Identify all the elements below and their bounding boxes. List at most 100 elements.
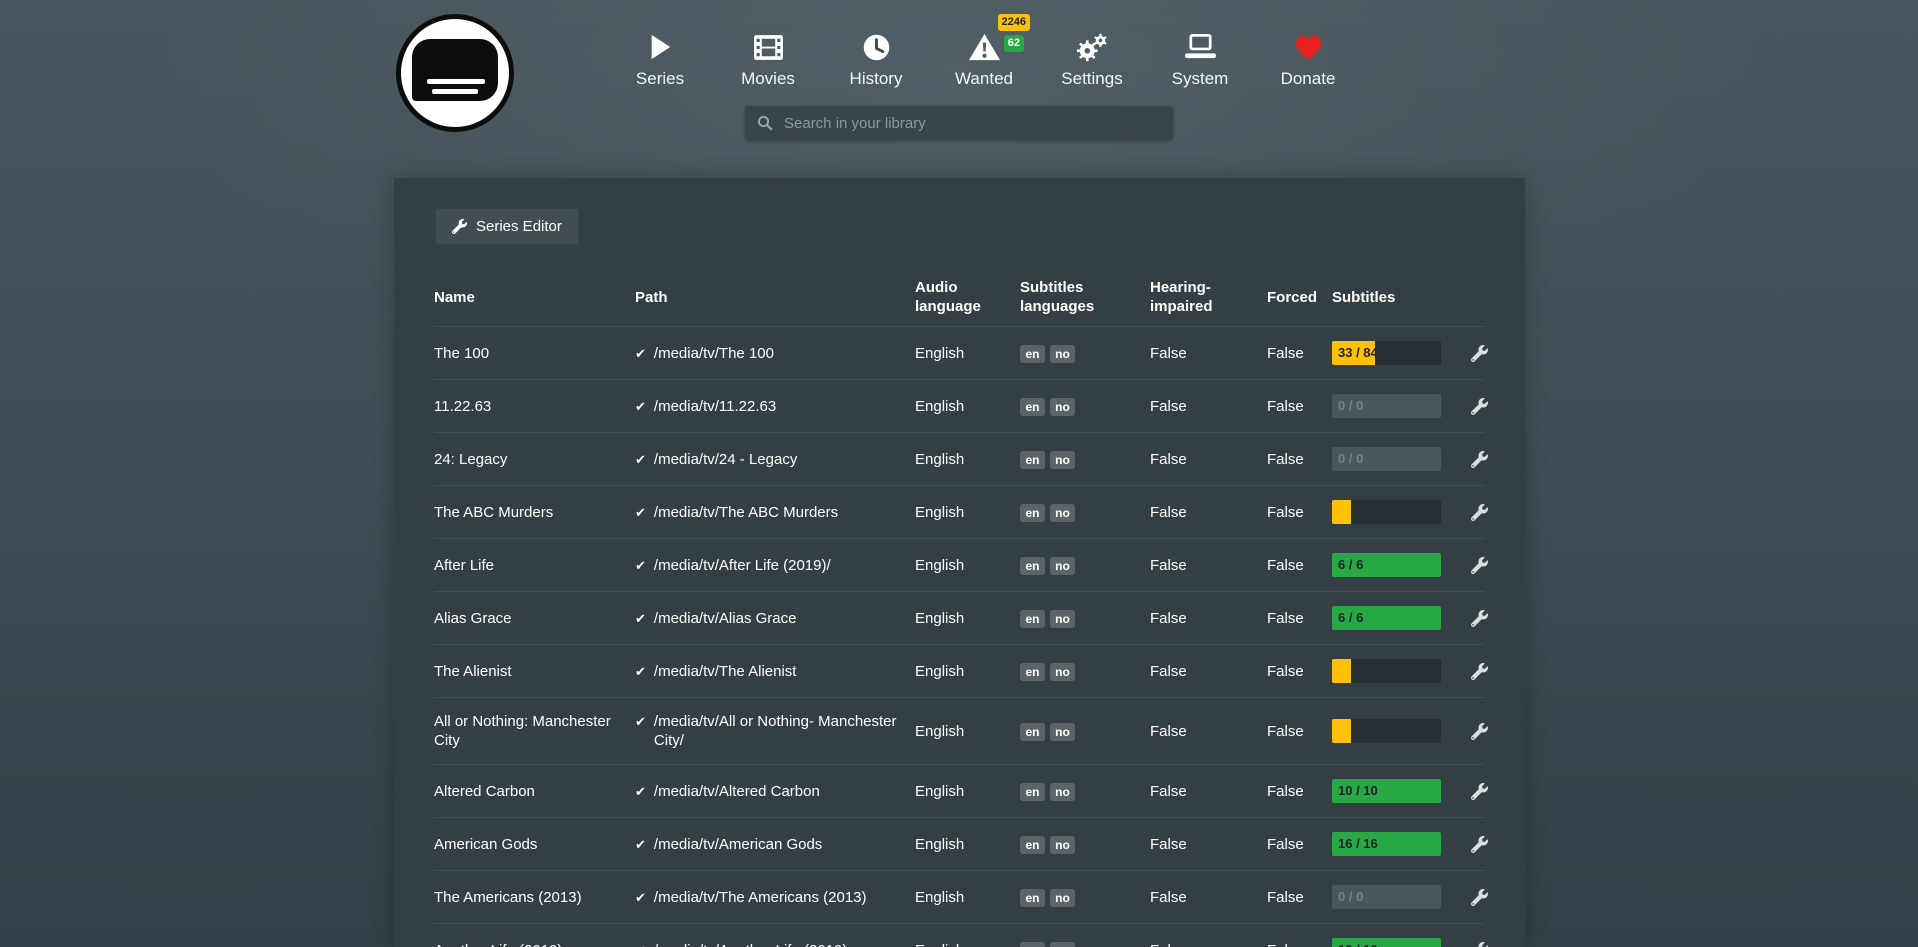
wrench-icon[interactable]: [1471, 557, 1488, 574]
row-actions: [1471, 504, 1498, 521]
nav-system[interactable]: System: [1146, 28, 1254, 89]
path-text: /media/tv/Alias Grace: [654, 609, 797, 628]
hearing-impaired-value: False: [1150, 344, 1267, 363]
series-path: ✔ /media/tv/The ABC Murders: [635, 503, 915, 522]
audio-language-value: English: [915, 941, 1020, 947]
series-name[interactable]: Altered Carbon: [434, 782, 635, 801]
series-name[interactable]: 24: Legacy: [434, 450, 635, 469]
wrench-icon[interactable]: [1471, 783, 1488, 800]
row-actions: [1471, 557, 1498, 574]
hearing-impaired-value: False: [1150, 556, 1267, 575]
language-badge: en: [1020, 836, 1045, 854]
progress-label: 10 / 10: [1338, 779, 1378, 803]
series-name[interactable]: Alias Grace: [434, 609, 635, 628]
wrench-icon[interactable]: [1471, 942, 1488, 947]
language-badge: no: [1050, 345, 1075, 363]
nav-wanted[interactable]: 2246 62 Wanted: [930, 28, 1038, 89]
language-badge: no: [1050, 398, 1075, 416]
subtitles-progress: 33 / 84: [1332, 341, 1441, 365]
series-name[interactable]: After Life: [434, 556, 635, 575]
series-editor-button[interactable]: Series Editor: [435, 208, 579, 245]
series-name[interactable]: 11.22.63: [434, 397, 635, 416]
table-row: The ABC Murders ✔ /media/tv/The ABC Murd…: [434, 485, 1485, 538]
path-text: /media/tv/24 - Legacy: [654, 450, 797, 469]
progress-label: 0 / 0: [1338, 885, 1363, 909]
hearing-impaired-value: False: [1150, 941, 1267, 947]
row-actions: [1471, 451, 1498, 468]
wrench-icon[interactable]: [1471, 723, 1488, 740]
nav-settings[interactable]: Settings: [1038, 28, 1146, 89]
subtitles-progress: 10 / 10: [1332, 938, 1441, 947]
forced-value: False: [1267, 344, 1332, 363]
progress-label: 6 / 6: [1338, 606, 1363, 630]
wrench-icon[interactable]: [1471, 345, 1488, 362]
row-actions: [1471, 398, 1498, 415]
language-badge: no: [1050, 942, 1075, 947]
table-row: After Life ✔ /media/tv/After Life (2019)…: [434, 538, 1485, 591]
progress-label: 0 / 0: [1338, 447, 1363, 471]
wrench-icon[interactable]: [1471, 504, 1488, 521]
film-icon: [714, 28, 822, 66]
path-text: /media/tv/The Alienist: [654, 662, 797, 681]
check-icon: ✔: [635, 450, 646, 469]
nav-movies[interactable]: Movies: [714, 28, 822, 89]
row-actions: [1471, 783, 1498, 800]
forced-value: False: [1267, 662, 1332, 681]
wrench-icon[interactable]: [1471, 398, 1488, 415]
gears-icon: [1038, 28, 1146, 66]
row-actions: [1471, 663, 1498, 680]
hearing-impaired-value: False: [1150, 397, 1267, 416]
series-name[interactable]: The 100: [434, 344, 635, 363]
nav-donate[interactable]: Donate: [1254, 28, 1362, 89]
nav-history[interactable]: History: [822, 28, 930, 89]
progress-label: 6 / 6: [1338, 553, 1363, 577]
wrench-icon[interactable]: [1471, 663, 1488, 680]
audio-language-value: English: [915, 556, 1020, 575]
forced-value: False: [1267, 782, 1332, 801]
series-name[interactable]: The Alienist: [434, 662, 635, 681]
series-path: ✔ /media/tv/All or Nothing- Manchester C…: [635, 712, 915, 750]
series-path: ✔ /media/tv/11.22.63: [635, 397, 915, 416]
bazarr-app: Series Movies History 2246 62: [0, 0, 1918, 947]
subtitles-cell: [1332, 659, 1471, 683]
subtitles-cell: 33 / 84: [1332, 341, 1471, 365]
nav-label: History: [822, 69, 930, 89]
subtitle-line: [427, 79, 485, 84]
nav-label: System: [1146, 69, 1254, 89]
wrench-icon[interactable]: [1471, 451, 1488, 468]
nav-label: Settings: [1038, 69, 1146, 89]
app-logo[interactable]: [396, 14, 514, 132]
row-actions: [1471, 836, 1498, 853]
table-row: Another Life (2019) ✔ /media/tv/Another …: [434, 923, 1485, 947]
hearing-impaired-value: False: [1150, 450, 1267, 469]
hearing-impaired-value: False: [1150, 503, 1267, 522]
check-icon: ✔: [635, 662, 646, 681]
wrench-icon[interactable]: [1471, 610, 1488, 627]
progress-label: 33 / 84: [1338, 341, 1378, 365]
search-input[interactable]: [782, 114, 1161, 133]
subtitles-languages-badges: enno: [1020, 344, 1150, 363]
path-text: /media/tv/Another Life (2019): [654, 941, 847, 947]
library-search: [745, 106, 1173, 140]
series-name[interactable]: The ABC Murders: [434, 503, 635, 522]
language-badge: en: [1020, 557, 1045, 575]
subtitles-progress: [1332, 500, 1441, 524]
table-row: The Americans (2013) ✔ /media/tv/The Ame…: [434, 870, 1485, 923]
forced-value: False: [1267, 450, 1332, 469]
path-text: /media/tv/Altered Carbon: [654, 782, 820, 801]
subtitles-cell: 6 / 6: [1332, 606, 1471, 630]
table-row: 11.22.63 ✔ /media/tv/11.22.63 English en…: [434, 379, 1485, 432]
wrench-icon[interactable]: [1471, 889, 1488, 906]
wrench-icon[interactable]: [1471, 836, 1488, 853]
subtitles-languages-badges: enno: [1020, 503, 1150, 522]
series-path: ✔ /media/tv/24 - Legacy: [635, 450, 915, 469]
series-name[interactable]: The Americans (2013): [434, 888, 635, 907]
subtitles-progress: 6 / 6: [1332, 606, 1441, 630]
series-name[interactable]: American Gods: [434, 835, 635, 854]
series-path: ✔ /media/tv/American Gods: [635, 835, 915, 854]
language-badge: no: [1050, 783, 1075, 801]
series-name[interactable]: Another Life (2019): [434, 941, 635, 947]
nav-series[interactable]: Series: [606, 28, 714, 89]
series-path: ✔ /media/tv/Altered Carbon: [635, 782, 915, 801]
series-name[interactable]: All or Nothing: Manchester City: [434, 712, 635, 750]
